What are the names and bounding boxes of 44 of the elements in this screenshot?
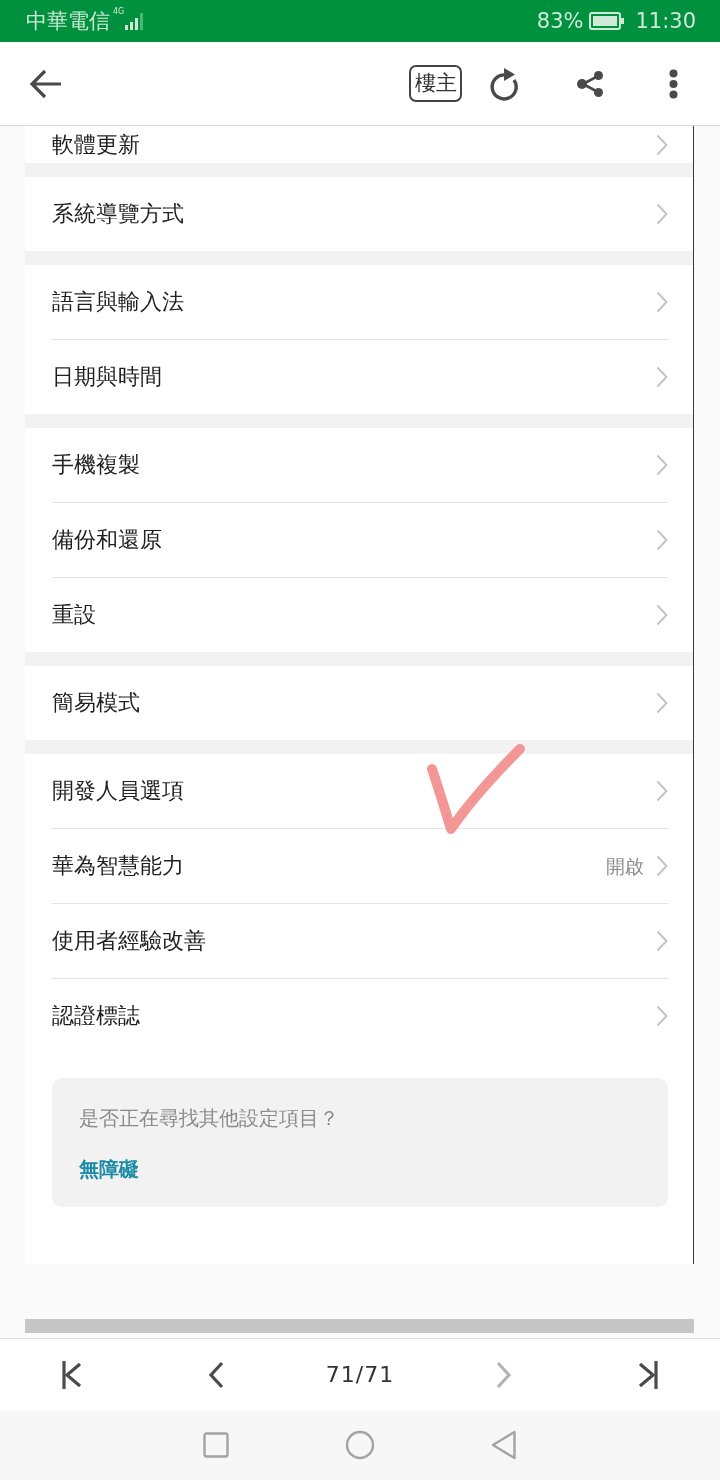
share-icon[interactable] bbox=[577, 70, 604, 97]
settings-item[interactable]: 手機複製 bbox=[25, 428, 693, 502]
first-page-icon bbox=[61, 1359, 83, 1390]
settings-item[interactable]: 備份和還原 bbox=[25, 503, 693, 577]
chevron-right-icon bbox=[656, 604, 668, 626]
refresh-icon[interactable] bbox=[489, 66, 521, 101]
chevron-right-icon bbox=[656, 203, 668, 225]
chevron-right-icon bbox=[656, 454, 668, 476]
chevron-right-icon bbox=[656, 780, 668, 802]
accessibility-link[interactable]: 無障礙 bbox=[79, 1157, 139, 1181]
chevron-right-icon bbox=[656, 291, 668, 313]
chevron-left-icon bbox=[208, 1360, 224, 1389]
carrier-name: 中華電信 bbox=[26, 10, 110, 32]
settings-item[interactable]: 開發人員選項 bbox=[25, 754, 693, 828]
chevron-right-icon bbox=[656, 930, 668, 952]
settings-item[interactable]: 認證標誌 bbox=[25, 979, 693, 1053]
chevron-right-icon bbox=[496, 1360, 512, 1389]
settings-item[interactable]: 軟體更新 bbox=[25, 126, 693, 163]
settings-item[interactable]: 系統導覽方式 bbox=[25, 177, 693, 251]
settings-item[interactable]: 簡易模式 bbox=[25, 666, 693, 740]
battery-icon bbox=[589, 12, 626, 30]
clock-time: 11:30 bbox=[635, 10, 696, 32]
last-page-icon bbox=[637, 1359, 659, 1390]
settings-item[interactable]: 使用者經驗改善 bbox=[25, 904, 693, 978]
settings-item[interactable]: 華為智慧能力 開啟 bbox=[25, 829, 693, 903]
chevron-right-icon bbox=[656, 692, 668, 714]
chevron-right-icon bbox=[656, 855, 668, 877]
settings-item[interactable]: 重設 bbox=[25, 578, 693, 652]
check-mark-icon bbox=[424, 741, 528, 837]
chevron-right-icon bbox=[656, 1005, 668, 1027]
page-counter: 71/71 bbox=[325, 1363, 395, 1386]
more-options-icon[interactable] bbox=[669, 68, 678, 99]
signal-icon bbox=[125, 12, 146, 30]
settings-item[interactable]: 語言與輸入法 bbox=[25, 265, 693, 339]
battery-percent: 83% bbox=[536, 10, 584, 32]
help-question: 是否正在尋找其他設定項目？ bbox=[79, 1106, 339, 1130]
network-type: 4G bbox=[113, 8, 125, 16]
status-value: 開啟 bbox=[606, 856, 644, 876]
thread-starter-button[interactable]: 樓主 bbox=[409, 65, 462, 102]
chevron-right-icon bbox=[656, 366, 668, 388]
chevron-right-icon bbox=[656, 529, 668, 551]
settings-item[interactable]: 日期與時間 bbox=[25, 340, 693, 414]
chevron-right-icon bbox=[656, 133, 668, 156]
back-arrow-icon[interactable] bbox=[29, 68, 63, 99]
